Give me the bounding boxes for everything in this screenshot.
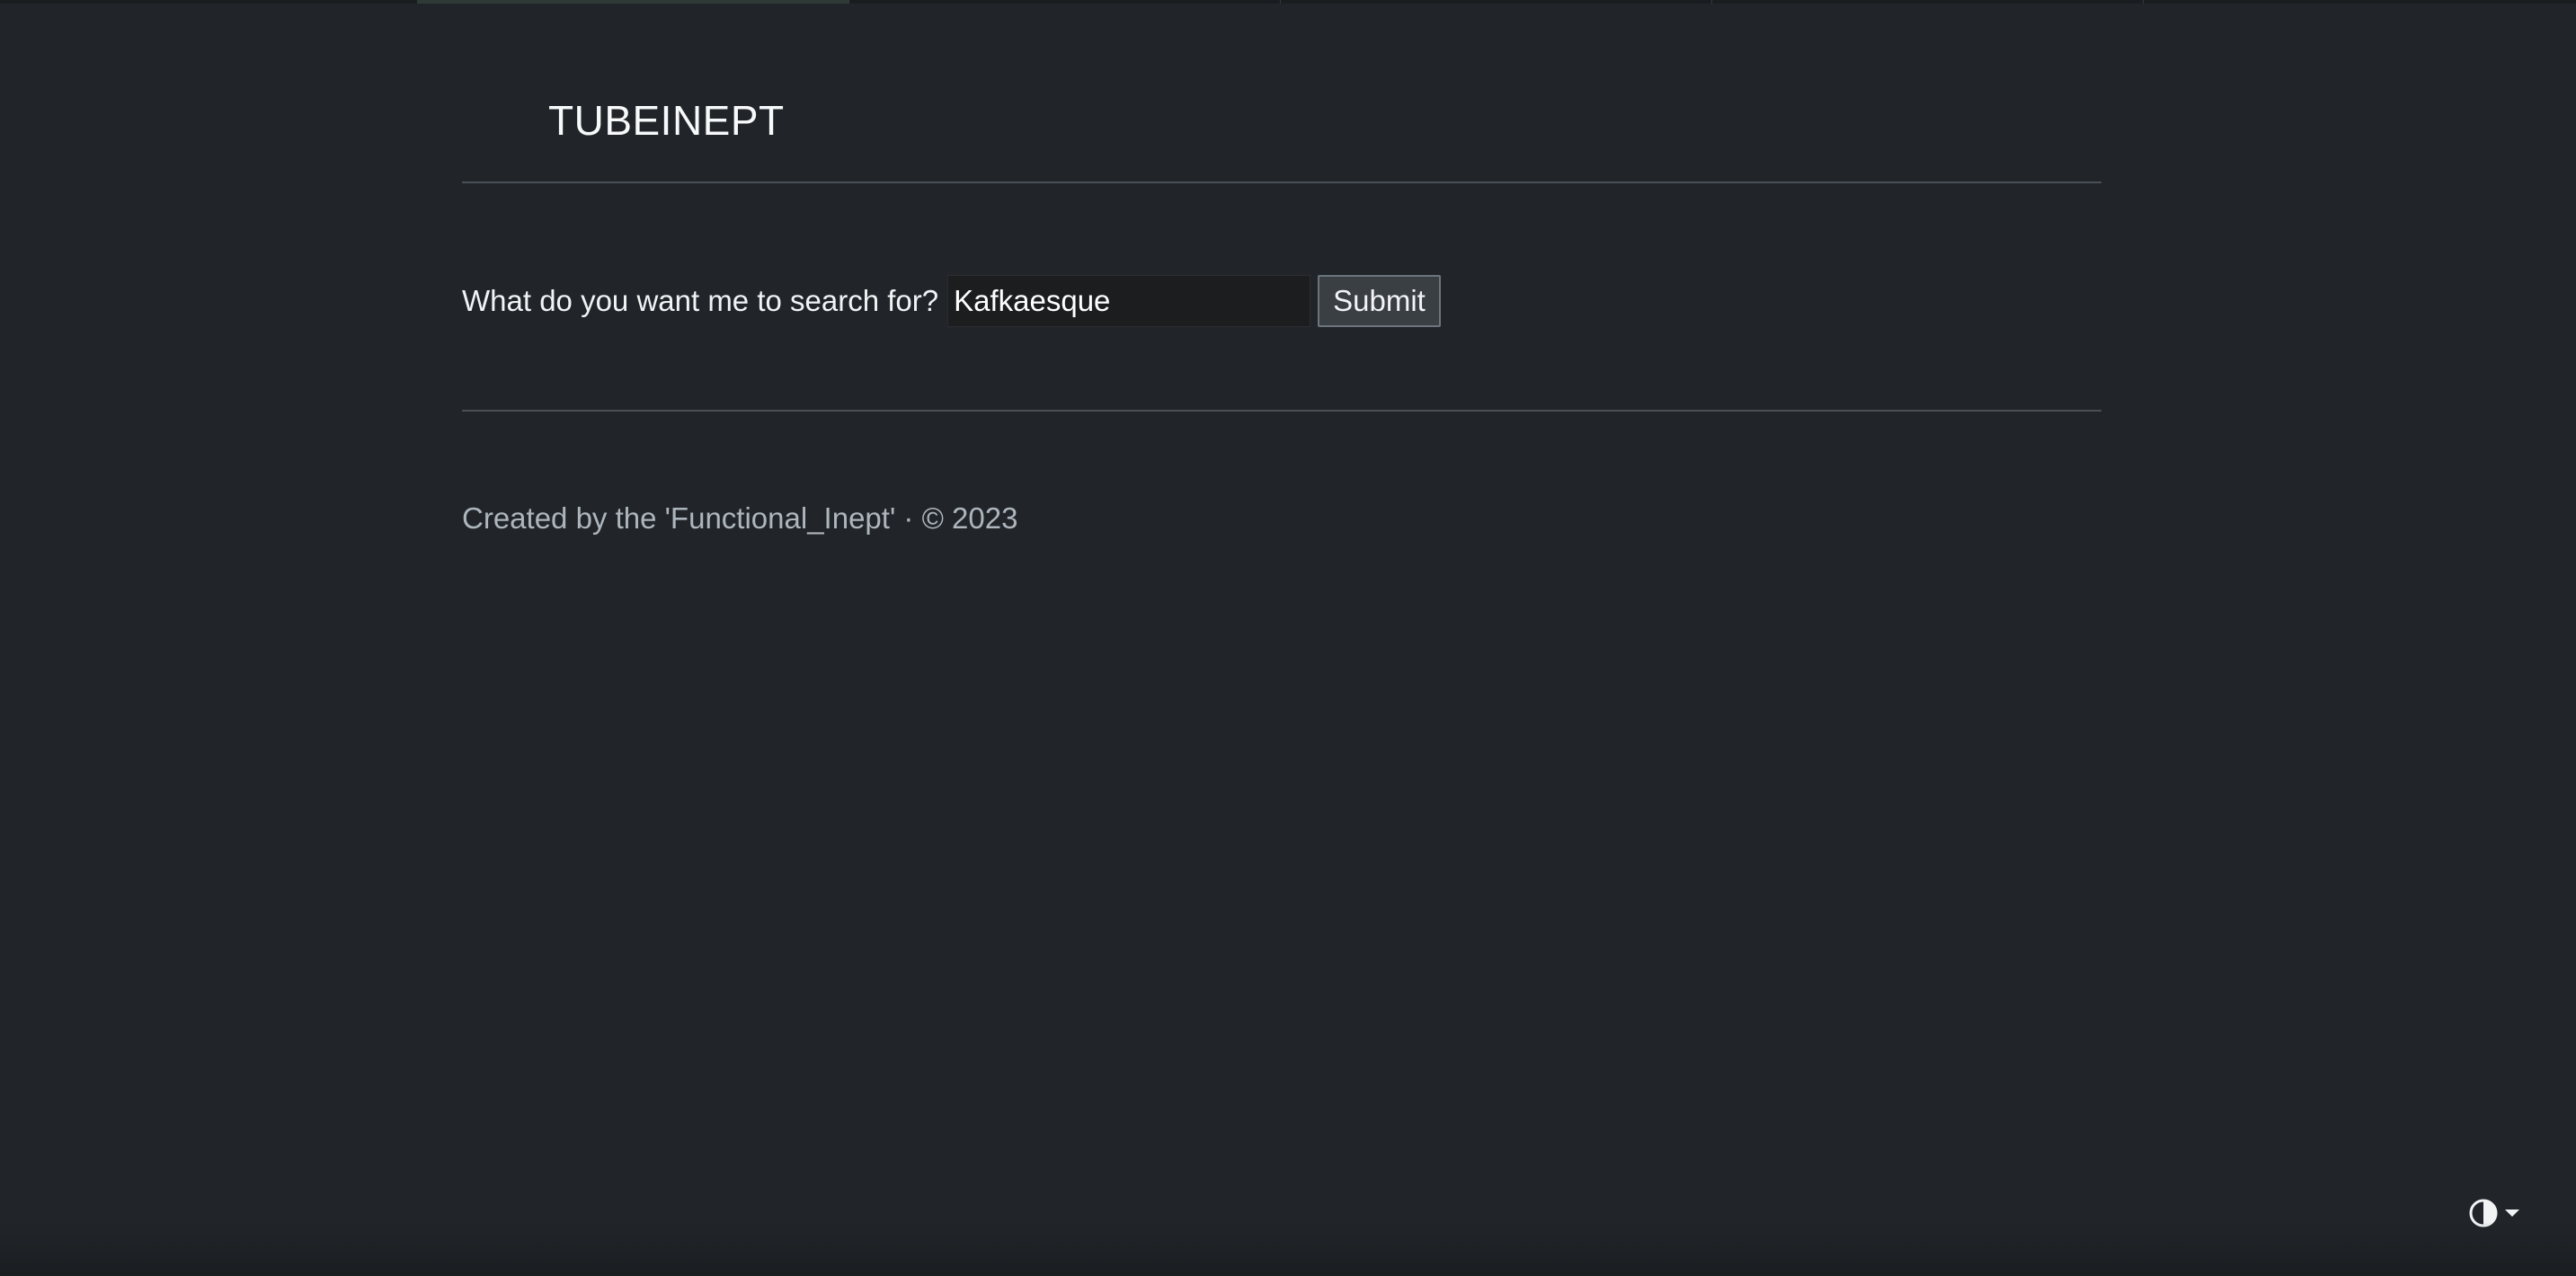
caret-down-icon: [2504, 1208, 2520, 1218]
page: TUBEINEPT What do you want me to search …: [0, 0, 2576, 1276]
search-section: What do you want me to search for? Submi…: [462, 183, 2101, 412]
page-footer: Created by the 'Functional_Inept' · © 20…: [462, 412, 2101, 591]
submit-button[interactable]: Submit: [1318, 275, 1441, 327]
footer-text: Created by the 'Functional_Inept' · © 20…: [462, 501, 1018, 535]
page-header: TUBEINEPT: [462, 0, 2101, 183]
bottom-shadow: [0, 1222, 2576, 1276]
search-form: What do you want me to search for? Submi…: [462, 273, 1441, 329]
search-input[interactable]: [947, 275, 1311, 327]
top-strip-segment: [0, 0, 418, 4]
main-container: TUBEINEPT What do you want me to search …: [462, 0, 2101, 591]
brand-link[interactable]: TUBEINEPT: [548, 95, 785, 146]
search-label: What do you want me to search for?: [462, 284, 939, 317]
